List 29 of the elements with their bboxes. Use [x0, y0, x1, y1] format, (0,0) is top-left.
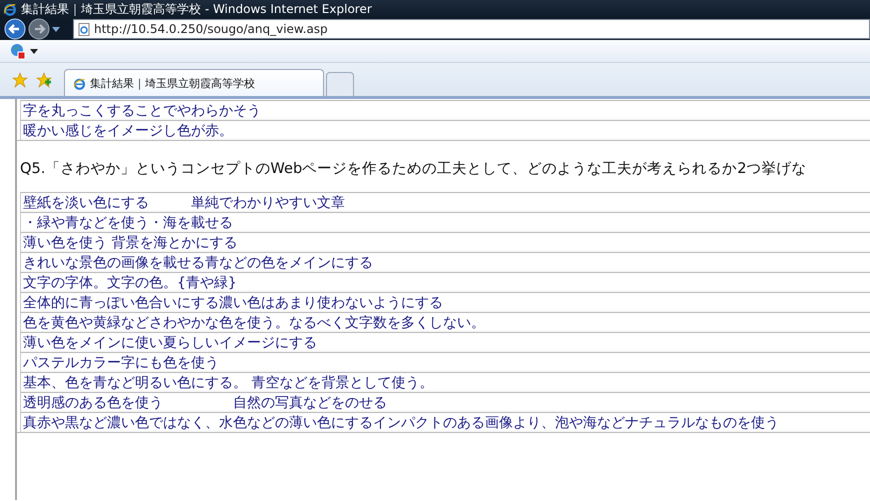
address-field[interactable]: http://10.54.0.250/sougo/anq_view.asp	[73, 19, 870, 39]
answer-cell: 暖かい感じをイメージし色が赤。	[20, 120, 870, 140]
answer-cell: 薄い色を使う 背景を海とかにする	[20, 232, 870, 252]
answer-cell: 壁紙を淡い色にする 単純でわかりやすい文章	[20, 192, 870, 212]
answer-cell: 全体的に青っぽい色合いにする濃い色はあまり使わないようにする	[20, 292, 870, 312]
forward-button[interactable]	[28, 18, 50, 40]
browser-logo-icon	[73, 76, 86, 90]
answer-cell: 薄い色をメインに使い夏らしいイメージにする	[20, 332, 870, 352]
answer-cell: 真赤や黒など濃い色ではなく、水色などの薄い色にするインパクトのある画像より、泡や海などナチュラルなものを使う	[20, 412, 870, 432]
question-text: Q5.「さわやか」というコンセプトのWebページを作るための工夫として、どのような工夫が考えられるか2つ挙げな	[19, 159, 808, 179]
answer-cell: きれいな景色の画像を載せる青などの色をメインにする	[20, 252, 870, 272]
answer-cell: ・緑や青などを使う・海を載せる	[20, 212, 870, 232]
answer-cell: 色を黄色や黄緑などさわやかな色を使う。なるべく文字数を多くしない。	[20, 312, 870, 332]
dropdown-caret-icon[interactable]	[30, 48, 38, 54]
add-favorite-icon[interactable]	[36, 72, 52, 88]
answer-cell: 透明感のある色を使う 自然の写真などをのせる	[20, 392, 870, 412]
answer-cell: 字を丸っこくすることでやわらかそう	[20, 100, 870, 120]
back-button[interactable]	[4, 18, 26, 40]
globe-icon[interactable]	[10, 43, 26, 59]
answer-cell: 文字の字体。文字の色。{青や緑}	[20, 272, 870, 292]
answer-cell: パステルカラー字にも色を使う	[20, 352, 870, 372]
page-icon	[78, 22, 90, 36]
window-title: 集計結果｜埼玉県立朝霞高等学校 - Windows Internet Explorer	[21, 0, 372, 18]
dropdown-caret-icon[interactable]	[52, 26, 60, 32]
favorites-star-icon[interactable]	[12, 72, 28, 88]
url-text: http://10.54.0.250/sougo/anq_view.asp	[94, 22, 328, 36]
browser-logo-icon	[3, 2, 17, 16]
browser-tab[interactable]: 集計結果｜埼玉県立朝霞高等学校	[64, 69, 324, 96]
answer-cell: 基本、色を青など明るい色にする。 青空などを背景として使う。	[20, 372, 870, 392]
